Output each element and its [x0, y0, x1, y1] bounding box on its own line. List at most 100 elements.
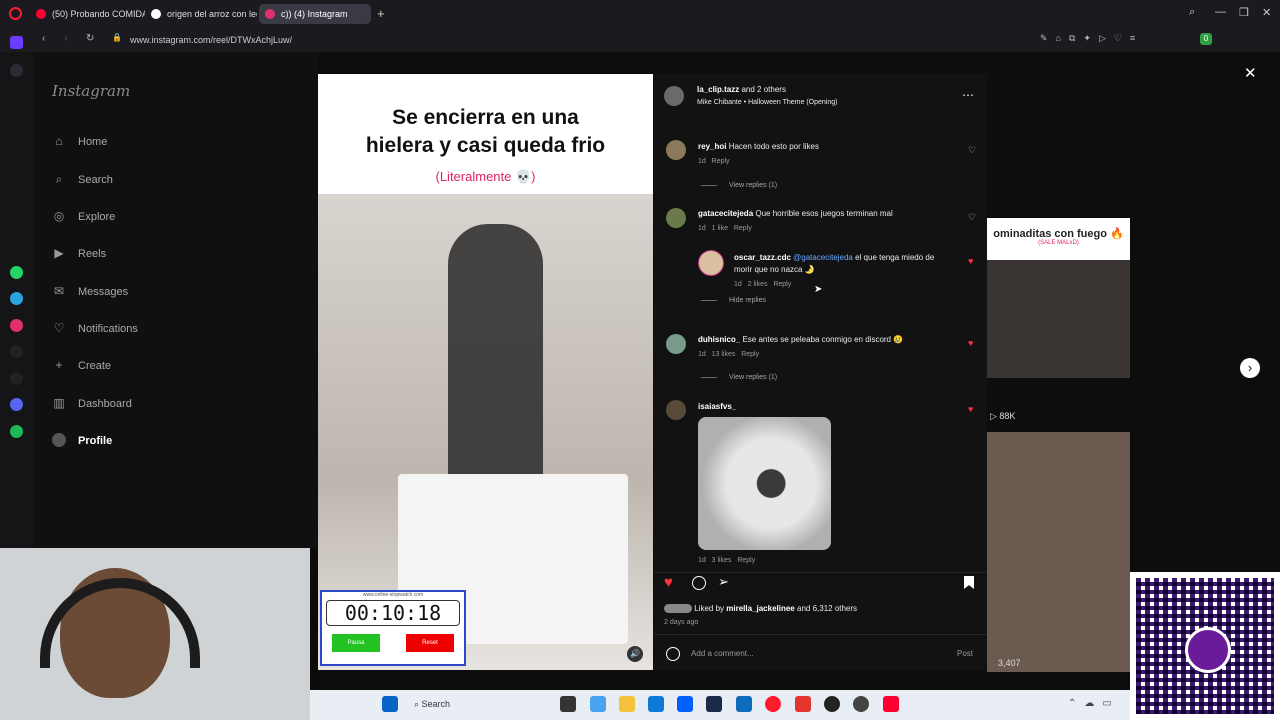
close-window-icon[interactable]: ✕	[1262, 6, 1271, 19]
opera-logo-icon[interactable]	[9, 7, 22, 20]
reload-icon[interactable]: ↻	[86, 33, 94, 44]
file-explorer-icon[interactable]	[619, 696, 635, 712]
reply-button[interactable]: Reply	[737, 557, 755, 564]
youtube-taskbar-icon[interactable]	[883, 696, 899, 712]
cat-sticker-image[interactable]	[698, 417, 831, 550]
liked-comment-icon[interactable]: ♥	[968, 256, 973, 266]
telegram-icon[interactable]	[10, 292, 23, 305]
tab-instagram[interactable]: c)) (4) Instagram	[259, 4, 371, 24]
chart-icon: ▥	[53, 396, 65, 410]
nav-dashboard[interactable]: ▥ Dashboard	[52, 394, 132, 414]
tray-icons: ⌃☁▭	[1068, 698, 1120, 709]
store-icon[interactable]	[648, 696, 664, 712]
dropbox-icon[interactable]	[677, 696, 693, 712]
reply-button[interactable]: Reply	[741, 351, 759, 358]
more-options-icon[interactable]: ⋯	[962, 88, 974, 102]
reply-button[interactable]: Reply	[773, 281, 791, 288]
terminal-icon[interactable]	[706, 696, 722, 712]
home-icon: ⌂	[55, 134, 63, 148]
obs-icon[interactable]	[824, 696, 840, 712]
wps-icon[interactable]	[795, 696, 811, 712]
minimize-icon[interactable]: —	[1215, 6, 1226, 18]
commenter-avatar[interactable]	[666, 208, 686, 228]
comment-input[interactable]: Add a comment...	[691, 648, 754, 660]
plus-icon: +	[55, 358, 63, 372]
compass-icon: ◎	[53, 209, 65, 223]
view-replies-button[interactable]: View replies (1)	[701, 374, 777, 381]
mouse-cursor-icon: ➤	[814, 284, 823, 295]
emoji-icon[interactable]	[666, 647, 680, 661]
spotify-icon[interactable]	[10, 425, 23, 438]
home-icon[interactable]	[10, 36, 23, 49]
back-icon[interactable]: ‹	[42, 33, 45, 44]
whatsapp-icon[interactable]	[10, 266, 23, 279]
hide-replies-button[interactable]: Hide replies	[701, 297, 766, 304]
instagram-logo[interactable]: Instagram	[52, 82, 130, 100]
taskview-icon[interactable]	[560, 696, 576, 712]
app-icon[interactable]	[853, 696, 869, 712]
new-tab-button[interactable]: +	[377, 6, 385, 21]
like-comment-icon[interactable]: ♡	[968, 145, 976, 156]
taskbar-search[interactable]: ⌕ Search	[406, 696, 564, 712]
view-replies-button[interactable]: View replies (1)	[701, 182, 777, 189]
comment-text: gatacecitejeda Que horrible esos juegos …	[698, 209, 893, 218]
commenter-avatar[interactable]	[666, 400, 686, 420]
x-icon[interactable]	[10, 372, 23, 385]
liker-avatars	[664, 604, 692, 614]
nav-create[interactable]: + Create	[52, 356, 111, 376]
side-peek-card-2[interactable]	[987, 432, 1130, 672]
pause-button[interactable]: Pausa	[332, 634, 380, 652]
comment-icon[interactable]	[692, 576, 706, 590]
url-field[interactable]: www.instagram.com/reel/DTWxAchjLuw/	[130, 32, 1060, 48]
tab-youtube[interactable]: (50) Probando COMIDA C	[30, 4, 145, 24]
google-icon	[151, 9, 161, 19]
tiktok-icon[interactable]	[10, 345, 23, 358]
like-post-icon[interactable]: ♥	[664, 574, 673, 591]
windows-start-icon[interactable]	[382, 696, 398, 712]
liked-comment-icon[interactable]: ♥	[968, 338, 973, 348]
tab-google[interactable]: origen del arroz con lech	[145, 4, 257, 24]
nav-reels[interactable]: ▶ Reels	[52, 244, 106, 264]
nav-notifications[interactable]: ♡ Notifications	[52, 319, 138, 339]
badge-icon[interactable]: 0	[1200, 33, 1212, 45]
copilot-icon[interactable]	[590, 696, 606, 712]
nav-messages[interactable]: ✉ Messages	[52, 282, 128, 302]
nav-search[interactable]: ⌕ Search	[52, 170, 113, 190]
instagram-sidebar-icon[interactable]	[10, 319, 23, 332]
author-avatar[interactable]	[664, 86, 684, 106]
pin-icon[interactable]	[10, 64, 23, 77]
search-tabs-icon[interactable]: ⌕	[1189, 6, 1195, 19]
comments-panel: la_clip.tazz and 2 others Mike Chibante …	[654, 74, 987, 670]
opera-taskbar-icon[interactable]	[765, 696, 781, 712]
nav-explore[interactable]: ◎ Explore	[52, 207, 116, 227]
reset-button[interactable]: Reset	[406, 634, 454, 652]
webcam-overlay	[0, 548, 310, 720]
next-post-icon[interactable]: ›	[1240, 358, 1260, 378]
heart-icon: ♡	[53, 321, 65, 335]
share-icon[interactable]: ➢	[718, 574, 729, 590]
commenter-avatar[interactable]	[666, 140, 686, 160]
nav-home[interactable]: ⌂ Home	[52, 132, 107, 152]
reply-avatar[interactable]	[698, 250, 724, 276]
post-author[interactable]: la_clip.tazz and 2 others	[697, 84, 786, 96]
outlook-icon[interactable]	[736, 696, 752, 712]
like-comment-icon[interactable]: ♡	[968, 212, 976, 223]
forward-icon[interactable]: ›	[64, 33, 67, 44]
post-audio[interactable]: Mike Chibante • Halloween Theme (Opening…	[697, 97, 837, 109]
side-peek-card[interactable]: ominaditas con fuego 🔥 (SALE MALxD)	[987, 218, 1130, 378]
post-button[interactable]: Post	[957, 648, 973, 660]
reply-button[interactable]: Reply	[712, 158, 730, 165]
toolbar-icons: ✎⌂⧉✦▷♡≡	[1040, 33, 1144, 43]
mute-icon[interactable]: 🔊	[627, 646, 643, 662]
save-icon[interactable]	[964, 576, 974, 589]
reply-button[interactable]: Reply	[734, 225, 752, 232]
nav-profile[interactable]: Profile	[52, 431, 112, 451]
maximize-icon[interactable]: ❐	[1239, 6, 1249, 19]
commenter-avatar[interactable]	[666, 334, 686, 354]
comment-text: rey_hoi Hacen todo esto por likes	[698, 142, 819, 151]
comment-meta: 1d Reply	[698, 158, 730, 165]
close-modal-icon[interactable]: ✕	[1244, 64, 1257, 82]
discord-icon[interactable]	[10, 398, 23, 411]
liked-comment-icon[interactable]: ♥	[968, 404, 973, 414]
yape-logo	[1185, 627, 1231, 673]
